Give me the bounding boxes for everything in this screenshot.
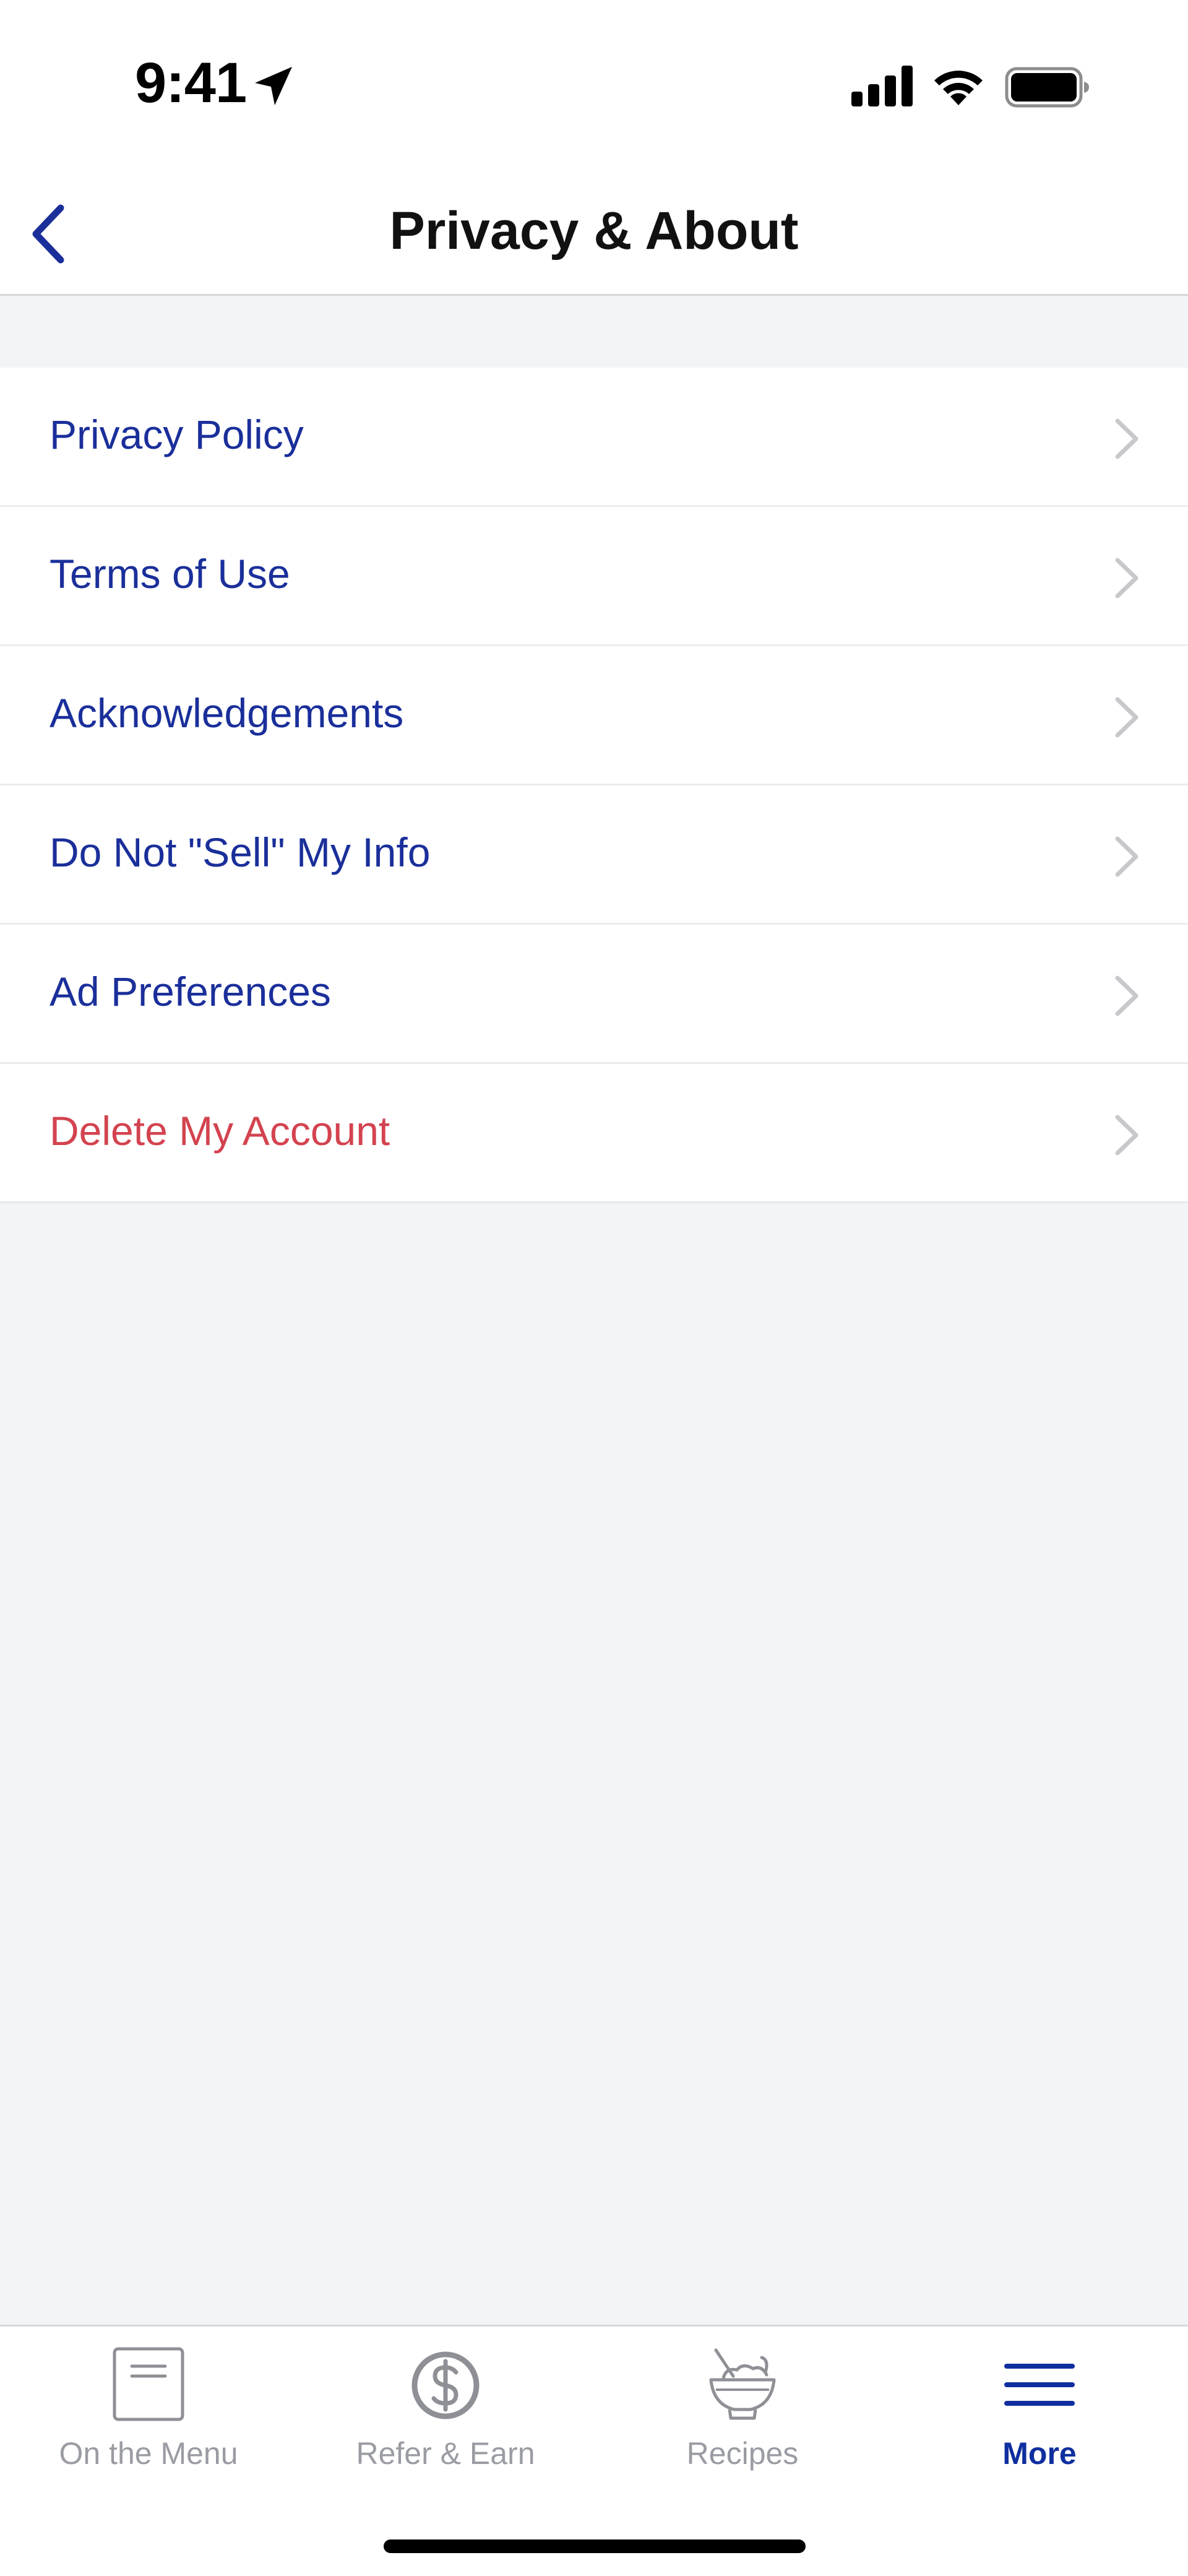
page-title: Privacy & About [389,201,799,261]
tab-bar: On the Menu Refer & Earn Recipes More [0,2325,1188,2576]
tab-more[interactable]: More [891,2327,1188,2487]
menu-item-label: Terms of Use [50,551,290,597]
menu-item-label: Do Not "Sell" My Info [50,829,431,875]
chevron-right-icon [1115,836,1138,877]
location-arrow-icon [255,67,292,105]
battery-icon [1005,67,1089,108]
chevron-right-icon [1115,1115,1138,1156]
tab-refer-earn[interactable]: Refer & Earn [297,2327,594,2487]
menu-item-label: Delete My Account [50,1108,390,1154]
home-indicator[interactable] [384,2539,806,2553]
tab-label: More [1002,2436,1077,2471]
menu-card-icon [113,2347,184,2421]
dollar-circle-icon [411,2351,480,2419]
chevron-right-icon [1115,975,1138,1016]
acknowledgements-item[interactable]: Acknowledgements [0,646,1188,785]
navigation-header: Privacy & About [0,167,1188,296]
menu-item-label: Acknowledgements [50,690,404,736]
delete-account-item[interactable]: Delete My Account [0,1064,1188,1203]
settings-list: Privacy Policy Terms of Use Acknowledgem… [0,368,1188,1203]
ad-preferences-item[interactable]: Ad Preferences [0,925,1188,1064]
cellular-signal-icon [851,66,913,106]
chevron-right-icon [1115,558,1138,599]
hamburger-menu-icon [1004,2364,1075,2406]
tab-label: On the Menu [59,2436,238,2471]
status-time: 9:41 [135,51,247,115]
mixing-bowl-icon [709,2348,776,2420]
status-bar: 9:41 [0,0,1188,167]
tab-label: Refer & Earn [356,2436,535,2471]
chevron-right-icon [1115,697,1138,738]
tab-label: Recipes [686,2436,799,2471]
wifi-icon [934,71,983,105]
privacy-policy-item[interactable]: Privacy Policy [0,368,1188,507]
menu-item-label: Privacy Policy [50,412,304,457]
terms-of-use-item[interactable]: Terms of Use [0,507,1188,646]
menu-item-label: Ad Preferences [50,969,331,1014]
do-not-sell-item[interactable]: Do Not "Sell" My Info [0,785,1188,925]
tab-on-the-menu[interactable]: On the Menu [0,2327,297,2487]
tab-recipes[interactable]: Recipes [594,2327,891,2487]
chevron-right-icon [1115,418,1138,459]
